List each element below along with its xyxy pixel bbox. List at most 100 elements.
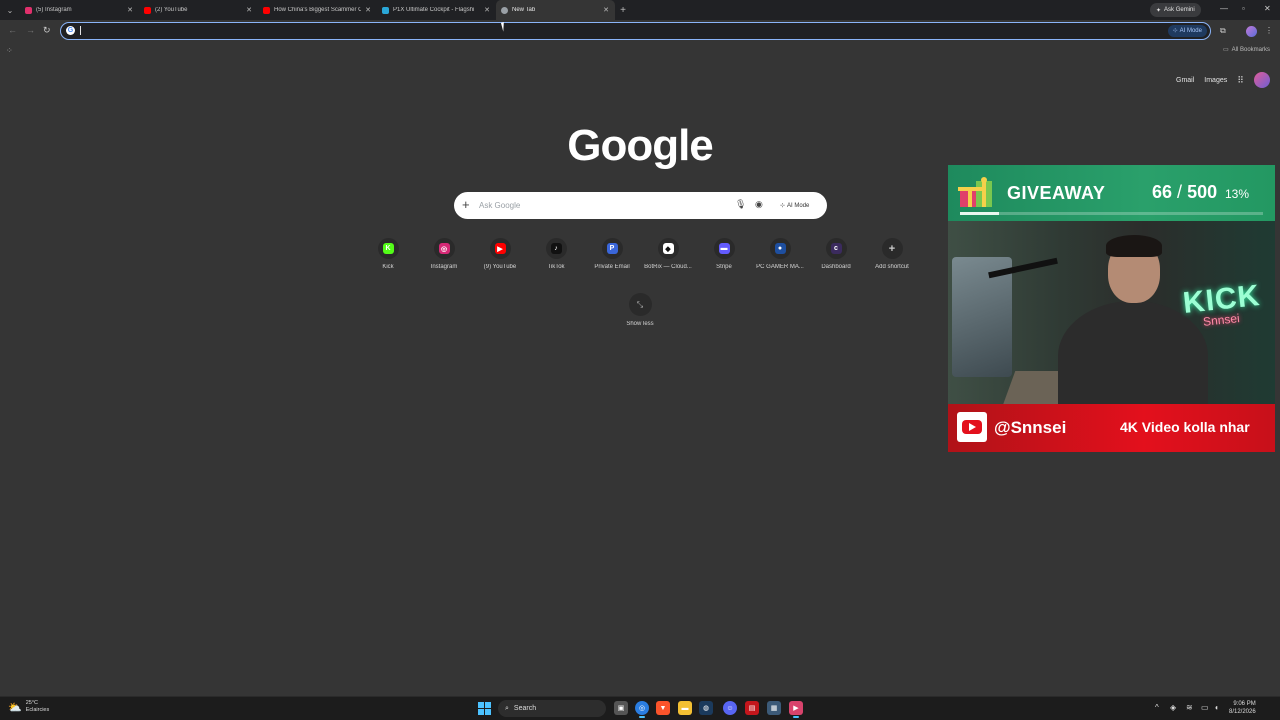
- close-tab-icon[interactable]: ✕: [484, 6, 490, 14]
- close-tab-icon[interactable]: ✕: [246, 6, 252, 14]
- instagram-favicon-icon: [25, 7, 32, 14]
- apps-shortcut-icon[interactable]: ⁘: [6, 46, 13, 55]
- tab-new-tab[interactable]: New Tab ✕: [496, 0, 615, 20]
- shortcut-label: TikTok: [547, 264, 565, 270]
- partly-sunny-icon: ⛅: [8, 701, 22, 714]
- shortcut-tile[interactable]: K Kick: [360, 238, 416, 270]
- shortcut-tile[interactable]: ▬ Stripe: [696, 238, 752, 270]
- giveaway-goal: 500: [1187, 182, 1218, 202]
- shortcut-label: PC GAMER MA...: [756, 264, 804, 270]
- shortcut-tile[interactable]: ♪ TikTok: [528, 238, 584, 270]
- shortcut-tile[interactable]: P Private Email: [584, 238, 640, 270]
- task-view-icon[interactable]: ▣: [614, 701, 628, 715]
- weather-widget[interactable]: ⛅ 25°C Eclaircies: [8, 700, 49, 714]
- shortcut-label: Instagram: [430, 264, 458, 270]
- giveaway-progress-bar: [960, 212, 1263, 215]
- brave-taskbar-icon[interactable]: ▼: [656, 701, 670, 715]
- shortcut-icon-circle: ▬: [713, 238, 735, 259]
- stream-overlay: GIVEAWAY 66 / 500 13% KICK Snnsei @Snnse…: [948, 165, 1275, 452]
- all-bookmarks-button[interactable]: ▭ All Bookmarks: [1223, 46, 1270, 54]
- file-explorer-icon[interactable]: ▬: [678, 701, 692, 715]
- wifi-icon[interactable]: ≋: [1186, 703, 1193, 712]
- shortcut-tile[interactable]: ◎ Instagram: [416, 238, 472, 270]
- close-tab-icon[interactable]: ✕: [127, 6, 133, 14]
- shortcut-label: Kick: [382, 264, 394, 270]
- show-less-button[interactable]: ⤡ Show less: [620, 293, 660, 327]
- shortcut-tile[interactable]: ◆ BotRix — Cloud...: [640, 238, 696, 270]
- google-apps-icon[interactable]: ⠿: [1237, 75, 1244, 86]
- pc-gamer-icon: ●: [774, 243, 786, 254]
- windows-start-icon[interactable]: [478, 702, 491, 715]
- reload-icon[interactable]: ↻: [43, 25, 51, 36]
- youtube-icon: ▶: [494, 243, 506, 254]
- gmail-link[interactable]: Gmail: [1176, 77, 1194, 84]
- discord-icon[interactable]: ☺: [723, 701, 737, 715]
- streaming-app-icon[interactable]: ▶: [789, 701, 803, 718]
- weather-description: Eclaircies: [25, 707, 50, 713]
- extensions-icon[interactable]: ⧉: [1220, 26, 1226, 36]
- neon-sign-sub: Snnsei: [1202, 311, 1241, 329]
- gemini-sparkle-icon: ✦: [1156, 7, 1162, 14]
- steam-icon[interactable]: ◍: [699, 701, 713, 715]
- show-less-label: Show less: [626, 321, 654, 327]
- collapse-icon: ⤡: [628, 293, 652, 316]
- profile-avatar[interactable]: [1246, 26, 1257, 37]
- shortcut-label: BotRix — Cloud...: [644, 264, 692, 270]
- shortcut-tile[interactable]: ▶ (9) YouTube: [472, 238, 528, 270]
- obs-red-app-icon[interactable]: ▤: [745, 701, 759, 715]
- microphone-icon[interactable]: 🎙: [735, 199, 746, 210]
- shortcut-icon-circle: ♪: [545, 238, 567, 259]
- forward-icon[interactable]: →: [26, 25, 35, 35]
- tab-p1x-cockpit[interactable]: P1X Ultimate Cockpit - Flagshi ✕: [377, 0, 496, 20]
- giveaway-percent: 13%: [1225, 187, 1250, 201]
- close-window-icon[interactable]: ✕: [1264, 4, 1271, 13]
- minimize-icon[interactable]: —: [1220, 4, 1228, 13]
- show-hidden-icons[interactable]: ^: [1155, 703, 1159, 712]
- tab-title: New Tab: [512, 7, 536, 13]
- shortcut-tile[interactable]: ● PC GAMER MA...: [752, 238, 808, 270]
- stripe-icon: ▬: [718, 243, 730, 254]
- webcam-person-hair: [1106, 235, 1162, 257]
- menu-kebab-icon[interactable]: ⋮: [1265, 26, 1273, 35]
- images-link[interactable]: Images: [1204, 77, 1227, 84]
- shortcut-label: Private Email: [594, 264, 630, 270]
- ntp-search-box[interactable]: + Ask Google 🎙 ◉ ⊹ AI Mode: [454, 192, 827, 219]
- tab-youtube[interactable]: (2) YouTube ✕: [139, 0, 258, 20]
- address-bar[interactable]: G ⊹ AI Mode: [60, 22, 1211, 40]
- google-lens-icon[interactable]: ◉: [755, 199, 763, 210]
- shortcut-icon-circle: ◎: [433, 238, 455, 259]
- search-icon: ⌕: [505, 704, 509, 712]
- plus-icon: +: [886, 243, 898, 255]
- volume-icon[interactable]: ◖: [1214, 703, 1219, 712]
- shortcut-icon-circle: +: [881, 238, 903, 259]
- calculator-icon[interactable]: ▦: [767, 701, 781, 715]
- gift-icon: [958, 177, 992, 207]
- chrome-taskbar-icon[interactable]: ◎: [635, 701, 649, 718]
- shortcut-tile[interactable]: c Dashboard: [808, 238, 864, 270]
- omnibox-ai-mode-button[interactable]: ⊹ AI Mode: [1167, 24, 1207, 37]
- plus-icon[interactable]: +: [462, 197, 470, 212]
- ask-gemini-button[interactable]: ✦ Ask Gemini: [1150, 3, 1201, 17]
- network-icon[interactable]: ▭: [1201, 703, 1209, 712]
- tray-app-icon[interactable]: ◈: [1170, 703, 1176, 712]
- tab-search-icon[interactable]: ⌄: [0, 0, 20, 20]
- back-icon[interactable]: ←: [8, 25, 17, 35]
- chrome-favicon-icon: [501, 7, 508, 14]
- folder-icon: ▭: [1223, 47, 1229, 53]
- tab-instagram[interactable]: (5) Instagram ✕: [20, 0, 139, 20]
- search-ai-mode-button[interactable]: ⊹ AI Mode: [775, 198, 814, 213]
- account-avatar[interactable]: [1253, 72, 1270, 88]
- new-tab-button[interactable]: +: [615, 5, 631, 16]
- giveaway-current: 66: [1152, 182, 1173, 202]
- search-placeholder: Ask Google: [479, 201, 521, 210]
- taskbar-search[interactable]: ⌕ Search: [498, 700, 606, 717]
- tab-youtube-video[interactable]: How China's Biggest Scammer C ✕: [258, 0, 377, 20]
- close-tab-icon[interactable]: ✕: [603, 6, 609, 14]
- tab-title: P1X Ultimate Cockpit - Flagshi: [393, 7, 475, 13]
- weather-temperature: 25°C: [25, 700, 38, 706]
- maximize-icon[interactable]: ▫: [1242, 4, 1245, 13]
- taskbar-clock[interactable]: 9:06 PM 8/12/2026: [1229, 700, 1256, 716]
- shortcut-tile[interactable]: + Add shortcut: [864, 238, 920, 270]
- close-tab-icon[interactable]: ✕: [365, 6, 371, 14]
- bookmarks-bar: ⁘ ▭ All Bookmarks: [0, 42, 1280, 58]
